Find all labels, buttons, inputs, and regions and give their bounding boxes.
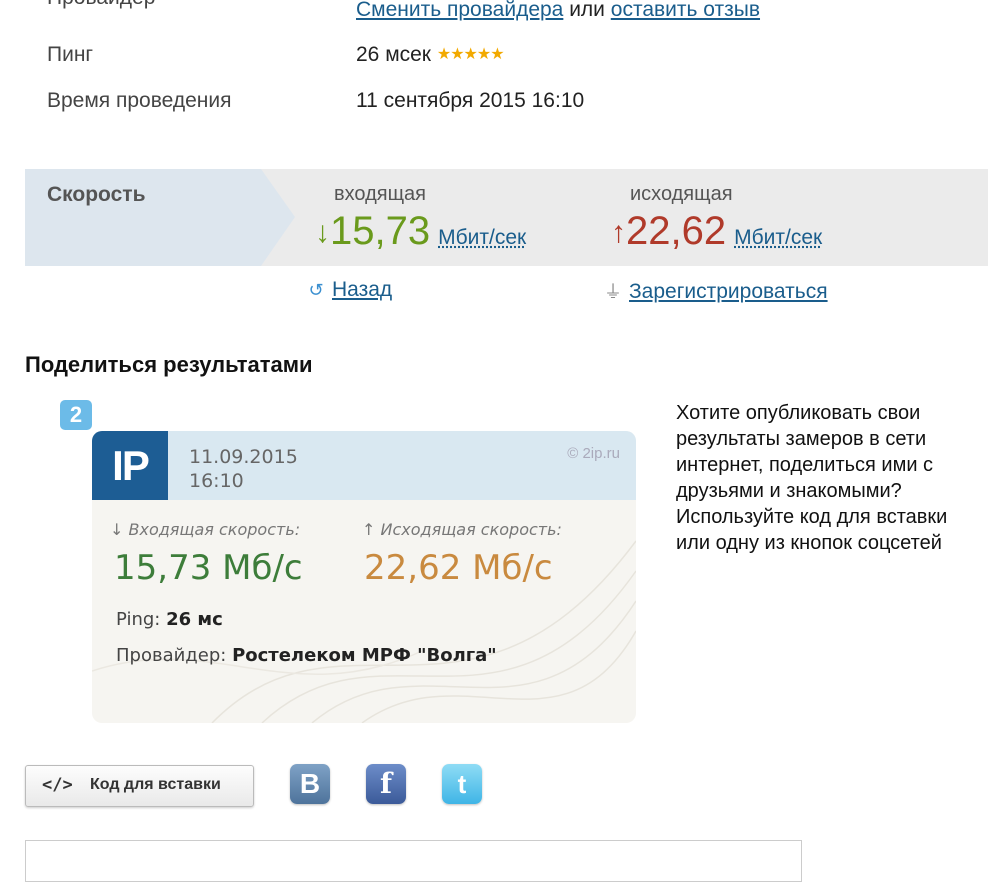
card-outgoing-value: 22,62 Мб/с (364, 548, 553, 588)
incoming-value: 15,73 (330, 209, 431, 253)
back-link[interactable]: Назад (332, 278, 392, 301)
embed-code-label: Код для вставки (90, 776, 221, 793)
or-text: или (569, 0, 605, 21)
result-card: IP 11.09.2015 16:10 © 2ip.ru ↓ Входящая … (92, 431, 636, 723)
card-datetime: 11.09.2015 16:10 (189, 445, 298, 493)
card-brand: © 2ip.ru (567, 445, 620, 462)
card-provider-label: Провайдер: (116, 645, 227, 666)
card-incoming-caption: ↓ Входящая скорость: (110, 520, 301, 539)
card-ping: Ping: 26 мс (116, 609, 223, 630)
time-label: Время проведения (47, 89, 232, 112)
card-header (92, 431, 636, 500)
rating-stars-icon: ★★★★★ (436, 46, 505, 63)
share-description: Хотите опубликовать свои результаты заме… (676, 402, 948, 554)
card-provider-value: Ростелеком МРФ "Волга" (232, 645, 497, 666)
incoming-speed: ↓15,73 Мбит/сек (315, 209, 526, 254)
code-icon: </> (42, 775, 73, 795)
incoming-label: входящая (334, 183, 426, 205)
provider-label: Провайдер (47, 0, 155, 10)
card-outgoing-caption: ↑ Исходящая скорость: (362, 520, 562, 539)
embed-code-field[interactable] (25, 840, 802, 882)
back-arrow-icon: ↺ (308, 280, 324, 300)
outgoing-value: 22,62 (626, 209, 727, 253)
ping-value-row: 26 мсек ★★★★★ (356, 43, 505, 67)
leave-review-link[interactable]: оставить отзыв (611, 0, 760, 21)
down-arrow-icon: ↓ (315, 216, 330, 249)
vk-share-icon[interactable]: B (290, 764, 330, 804)
up-arrow-icon: ↑ (611, 216, 626, 249)
provider-actions: Сменить провайдера или оставить отзыв (356, 0, 760, 22)
plug-icon: ⏚ (604, 282, 622, 302)
speed-panel: Скорость входящая ↓15,73 Мбит/сек исходящ… (25, 169, 988, 266)
incoming-unit[interactable]: Мбит/сек (438, 226, 526, 249)
change-provider-link[interactable]: Сменить провайдера (356, 0, 563, 21)
ping-value: 26 мсек (356, 43, 431, 66)
card-time: 16:10 (189, 470, 244, 492)
ping-label: Пинг (47, 43, 94, 66)
register-nav[interactable]: ⏚ Зарегистрироваться (603, 278, 828, 304)
card-incoming-value: 15,73 Мб/с (114, 548, 303, 588)
card-date: 11.09.2015 (189, 446, 298, 468)
step-badge: 2 (60, 400, 92, 430)
card-ping-value: 26 мс (166, 609, 223, 630)
share-heading: Поделиться результатами (25, 352, 313, 377)
facebook-share-icon[interactable]: f (366, 764, 406, 804)
outgoing-unit[interactable]: Мбит/сек (734, 226, 822, 249)
card-provider: Провайдер: Ростелеком МРФ "Волга" (116, 645, 497, 666)
speed-title-tab: Скорость (25, 169, 295, 266)
speed-title: Скорость (47, 183, 146, 206)
twitter-share-icon[interactable]: t (442, 764, 482, 804)
embed-code-button[interactable]: </> Код для вставки (25, 765, 254, 807)
outgoing-label: исходящая (630, 183, 733, 205)
time-value: 11 сентября 2015 16:10 (356, 89, 585, 112)
card-ping-label: Ping: (116, 609, 161, 630)
outgoing-speed: ↑22,62 Мбит/сек (611, 209, 822, 254)
back-nav[interactable]: ↺ Назад (306, 278, 392, 302)
register-link[interactable]: Зарегистрироваться (629, 280, 828, 303)
ip-logo: IP (92, 431, 168, 500)
